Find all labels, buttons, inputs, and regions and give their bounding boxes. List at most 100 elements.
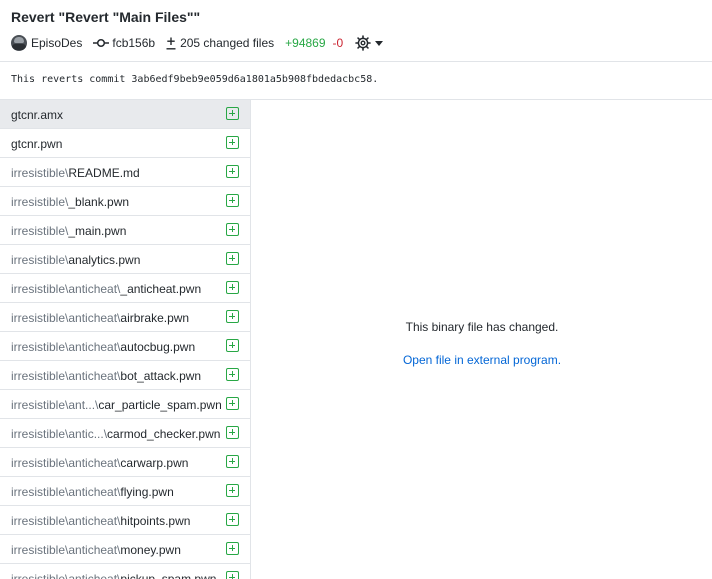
file-dir: irresistible\anticheat\ — [11, 514, 121, 528]
file-list-item[interactable]: irresistible\analytics.pwn — [0, 245, 250, 274]
file-path: gtcnr.pwn — [11, 137, 221, 151]
file-name: car_particle_spam.pwn — [98, 398, 221, 412]
file-path: irresistible\anticheat\_anticheat.pwn — [11, 282, 221, 296]
file-list-item[interactable]: irresistible\README.md — [0, 158, 250, 187]
file-list-item[interactable]: gtcnr.amx — [0, 100, 250, 129]
file-list-item[interactable]: irresistible\anticheat\hitpoints.pwn — [0, 506, 250, 535]
file-list-item[interactable]: irresistible\anticheat\airbrake.pwn — [0, 303, 250, 332]
deletions-count: -0 — [332, 36, 344, 50]
open-external-link[interactable]: Open file in external program. — [252, 353, 712, 367]
diff-added-icon — [226, 397, 239, 410]
commit-header: Revert "Revert "Main Files"" EpisoDes fc… — [0, 0, 712, 62]
diff-added-icon — [226, 368, 239, 381]
file-dir: irresistible\antic...\ — [11, 427, 108, 441]
file-path: irresistible\README.md — [11, 166, 221, 180]
file-path: irresistible\_blank.pwn — [11, 195, 221, 209]
file-path: irresistible\antic...\carmod_checker.pwn — [11, 427, 221, 441]
commit-sha: fcb156b — [112, 36, 156, 50]
file-name: _main.pwn — [68, 224, 127, 238]
file-path: irresistible\anticheat\pickup_spam.pwn — [11, 572, 221, 579]
diff-changed-icon — [166, 37, 176, 50]
file-dir: irresistible\anticheat\ — [11, 572, 121, 579]
file-name: money.pwn — [120, 543, 181, 557]
gear-icon — [355, 35, 372, 51]
file-dir: irresistible\anticheat\ — [11, 369, 121, 383]
diff-added-icon — [226, 107, 239, 120]
file-name: airbrake.pwn — [120, 311, 190, 325]
file-dir: irresistible\anticheat\ — [11, 543, 121, 557]
diff-added-icon — [226, 223, 239, 236]
diff-added-icon — [226, 165, 239, 178]
commit-message: This reverts commit 3ab6edf9beb9e059d6a1… — [11, 74, 379, 85]
file-name: flying.pwn — [120, 485, 174, 499]
file-list-item[interactable]: irresistible\anticheat\carwarp.pwn — [0, 448, 250, 477]
file-name: hitpoints.pwn — [120, 514, 191, 528]
additions-count: +94869 — [285, 36, 326, 50]
file-path: irresistible\anticheat\hitpoints.pwn — [11, 514, 221, 528]
file-name: bot_attack.pwn — [120, 369, 202, 383]
file-path: irresistible\anticheat\bot_attack.pwn — [11, 369, 221, 383]
diff-added-icon — [226, 194, 239, 207]
file-name: analytics.pwn — [68, 253, 141, 267]
file-dir: irresistible\ — [11, 166, 69, 180]
file-name: _blank.pwn — [68, 195, 130, 209]
file-list-item[interactable]: irresistible\ant...\car_particle_spam.pw… — [0, 390, 250, 419]
file-list-item[interactable]: irresistible\_blank.pwn — [0, 187, 250, 216]
file-name: autocbug.pwn — [120, 340, 196, 354]
file-list-item[interactable]: gtcnr.pwn — [0, 129, 250, 158]
file-list-item[interactable]: irresistible\anticheat\_anticheat.pwn — [0, 274, 250, 303]
diff-added-icon — [226, 252, 239, 265]
file-name: gtcnr.amx — [11, 108, 64, 122]
git-commit-icon — [93, 38, 110, 48]
author-name: EpisoDes — [31, 36, 83, 50]
file-list-item[interactable]: irresistible\antic...\carmod_checker.pwn — [0, 419, 250, 448]
file-path: irresistible\anticheat\autocbug.pwn — [11, 340, 221, 354]
commit-title: Revert "Revert "Main Files"" — [11, 9, 201, 25]
diff-pane: This binary file has changed. Open file … — [252, 100, 712, 579]
binary-file-message: This binary file has changed. — [405, 320, 559, 334]
file-dir: irresistible\anticheat\ — [11, 311, 121, 325]
changed-files-list[interactable]: gtcnr.amx gtcnr.pwn irresistible\README.md… — [0, 100, 251, 579]
diff-added-icon — [226, 571, 239, 579]
diff-added-icon — [226, 339, 239, 352]
file-dir: irresistible\ — [11, 224, 69, 238]
file-dir: irresistible\anticheat\ — [11, 340, 121, 354]
file-path: gtcnr.amx — [11, 108, 221, 122]
diff-added-icon — [226, 542, 239, 555]
file-path: irresistible\anticheat\money.pwn — [11, 543, 221, 557]
file-name: pickup_spam.pwn — [120, 572, 217, 579]
file-name: carwarp.pwn — [120, 456, 189, 470]
file-path: irresistible\anticheat\carwarp.pwn — [11, 456, 221, 470]
file-dir: irresistible\ — [11, 195, 69, 209]
diff-added-icon — [226, 455, 239, 468]
file-list-item[interactable]: irresistible\anticheat\autocbug.pwn — [0, 332, 250, 361]
file-list-item[interactable]: irresistible\anticheat\flying.pwn — [0, 477, 250, 506]
file-path: irresistible\_main.pwn — [11, 224, 221, 238]
file-list-item[interactable]: irresistible\_main.pwn — [0, 216, 250, 245]
file-dir: irresistible\ant...\ — [11, 398, 99, 412]
file-dir: irresistible\anticheat\ — [11, 456, 121, 470]
file-path: irresistible\anticheat\flying.pwn — [11, 485, 221, 499]
file-list-item[interactable]: irresistible\anticheat\bot_attack.pwn — [0, 361, 250, 390]
commit-meta: EpisoDes fcb156b 205 changed files +9486… — [11, 34, 384, 52]
file-dir: irresistible\ — [11, 253, 69, 267]
file-path: irresistible\ant...\car_particle_spam.pw… — [11, 398, 221, 412]
diff-added-icon — [226, 484, 239, 497]
diff-added-icon — [226, 281, 239, 294]
commit-message-bar: This reverts commit 3ab6edf9beb9e059d6a1… — [0, 62, 712, 100]
file-dir: irresistible\anticheat\ — [11, 485, 121, 499]
author-avatar — [11, 35, 27, 51]
chevron-down-icon — [375, 40, 384, 46]
file-path: irresistible\analytics.pwn — [11, 253, 221, 267]
settings-gear-button[interactable] — [355, 35, 384, 51]
file-path: irresistible\anticheat\airbrake.pwn — [11, 311, 221, 325]
file-name: carmod_checker.pwn — [107, 427, 221, 441]
file-dir: irresistible\anticheat\ — [11, 282, 121, 296]
diff-added-icon — [226, 136, 239, 149]
diff-added-icon — [226, 513, 239, 526]
file-list-item[interactable]: irresistible\anticheat\money.pwn — [0, 535, 250, 564]
changed-files-count: 205 changed files — [180, 36, 275, 50]
file-name: gtcnr.pwn — [11, 137, 63, 151]
diff-added-icon — [226, 310, 239, 323]
file-list-item[interactable]: irresistible\anticheat\pickup_spam.pwn — [0, 564, 250, 579]
